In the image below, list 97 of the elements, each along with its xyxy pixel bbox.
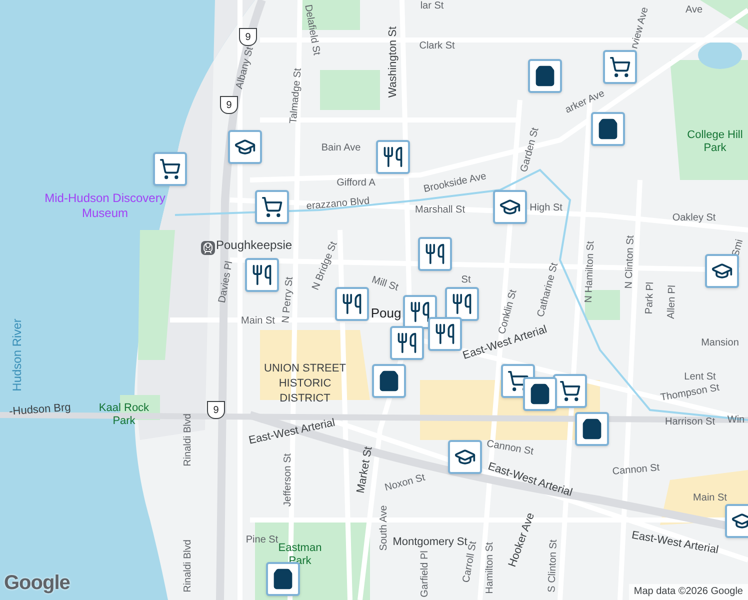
google-logo: Google	[4, 571, 70, 596]
map-marker[interactable]	[603, 50, 637, 84]
park-label: Kaal Rock Park	[98, 402, 150, 428]
fork-knife-icon	[434, 323, 456, 345]
street-label: Clark St	[419, 40, 455, 54]
street-label: arker Ave	[562, 87, 608, 118]
park-label: College Hill Park	[686, 129, 744, 155]
street-label: Catharine St	[534, 261, 562, 319]
highway-shield: 9	[239, 28, 257, 46]
street-label: High St	[530, 202, 562, 216]
street-label: Pine St	[246, 534, 278, 548]
map-marker[interactable]	[591, 112, 625, 146]
street-label: Harrison St	[665, 416, 715, 430]
street-label: N Bridge St	[309, 239, 341, 293]
street-label: N Perry St	[280, 276, 296, 324]
street-label: Allen Pl	[664, 284, 680, 320]
fork-knife-icon	[409, 301, 431, 323]
street-label: Main St	[241, 314, 275, 328]
map-marker[interactable]	[335, 287, 369, 321]
shopping-cart-icon	[609, 56, 631, 78]
district-label: UNION STREET HISTORIC DISTRICT	[263, 362, 347, 406]
street-label: Main St	[693, 492, 727, 506]
street-label: Davies Pl	[216, 260, 236, 304]
highway-shield: 9	[207, 401, 225, 419]
street-label: Delafield St	[301, 4, 323, 56]
map-marker[interactable]	[418, 237, 452, 271]
map-marker[interactable]	[448, 440, 482, 474]
street-label: Rinaldi Blvd	[182, 414, 194, 466]
street-label: rview Ave	[628, 5, 652, 51]
fork-knife-icon	[341, 293, 363, 315]
street-label: Washington St	[386, 26, 400, 98]
street-label: Jefferson St	[282, 453, 294, 507]
fork-knife-icon	[382, 146, 404, 168]
street-label: -Hudson Brg	[8, 400, 72, 420]
map-marker[interactable]	[428, 317, 462, 351]
street-label: Oakley St	[672, 212, 716, 226]
street-label: Montgomery St	[392, 534, 468, 548]
street-label: Albany St	[233, 45, 257, 91]
street-label: S Clinton St	[546, 539, 560, 593]
street-label: Mill St	[370, 274, 400, 296]
street-label: Noxon St	[383, 471, 427, 496]
street-label: Cannon St	[612, 461, 660, 480]
street-label: Market St	[354, 445, 376, 495]
map-marker[interactable]	[390, 326, 424, 360]
station-label: Poughkeepsie	[216, 237, 292, 254]
map-marker[interactable]	[245, 258, 279, 292]
river-label: Hudson River	[9, 318, 25, 392]
fork-knife-icon	[424, 243, 446, 265]
map-marker[interactable]	[445, 287, 479, 321]
street-label: East-West Arterial	[630, 528, 720, 558]
map-marker[interactable]	[493, 190, 527, 224]
map-marker[interactable]	[153, 152, 187, 186]
street-label: Park Pl	[642, 282, 658, 314]
train-station-icon	[201, 241, 215, 255]
city-label: Poug	[370, 304, 402, 322]
street-label: Lent St	[684, 370, 716, 384]
street-label: Mansion	[701, 336, 739, 350]
fork-knife-icon	[451, 293, 473, 315]
fork-knife-icon	[396, 332, 418, 354]
street-label: Conklin St	[496, 288, 520, 336]
street-label: Hooker Ave	[505, 510, 538, 570]
map-marker[interactable]	[372, 364, 406, 398]
map-marker[interactable]	[528, 59, 562, 93]
street-label: Bain Ave	[321, 142, 361, 156]
street-label: Cannon St	[485, 437, 535, 460]
street-label: Win	[727, 414, 745, 428]
street-label: Hamilton St	[484, 542, 496, 594]
shopping-cart-icon	[159, 158, 181, 180]
map-marker[interactable]	[705, 254, 739, 288]
street-label: St	[461, 274, 471, 288]
street-label: East-West Arterial	[247, 416, 337, 449]
map-marker[interactable]	[266, 562, 300, 596]
street-label: N Clinton St	[622, 235, 638, 289]
map-marker[interactable]	[575, 412, 609, 446]
street-label: Ave	[685, 4, 703, 18]
street-label: Garden St	[518, 126, 542, 174]
street-label: Marshall St	[415, 204, 465, 218]
shopping-cart-icon	[261, 196, 283, 218]
fork-knife-icon	[251, 264, 273, 286]
street-label: lar St	[420, 0, 444, 14]
shopping-cart-icon	[559, 380, 581, 402]
museum-label: Mid-Hudson Discovery Museum	[44, 191, 166, 221]
street-label: Brookside Ave	[422, 170, 488, 197]
street-label: Talmadge St	[287, 68, 305, 124]
map-marker[interactable]	[523, 377, 557, 411]
map-marker[interactable]	[376, 140, 410, 174]
map-attribution: Map data ©2026 Google	[628, 584, 748, 600]
street-label: Thompson St	[659, 381, 721, 406]
street-label: Garfield Pl	[418, 550, 432, 598]
highway-shield: 9	[220, 96, 238, 114]
map-marker[interactable]	[228, 130, 262, 164]
street-label: erazzano Blvd	[306, 194, 370, 214]
street-label: N Hamilton St	[582, 240, 598, 304]
street-label: Rinaldi Blvd	[182, 540, 194, 592]
street-label: Gifford A	[336, 176, 376, 190]
street-label: South Ave	[378, 505, 390, 551]
map-marker[interactable]	[255, 190, 289, 224]
